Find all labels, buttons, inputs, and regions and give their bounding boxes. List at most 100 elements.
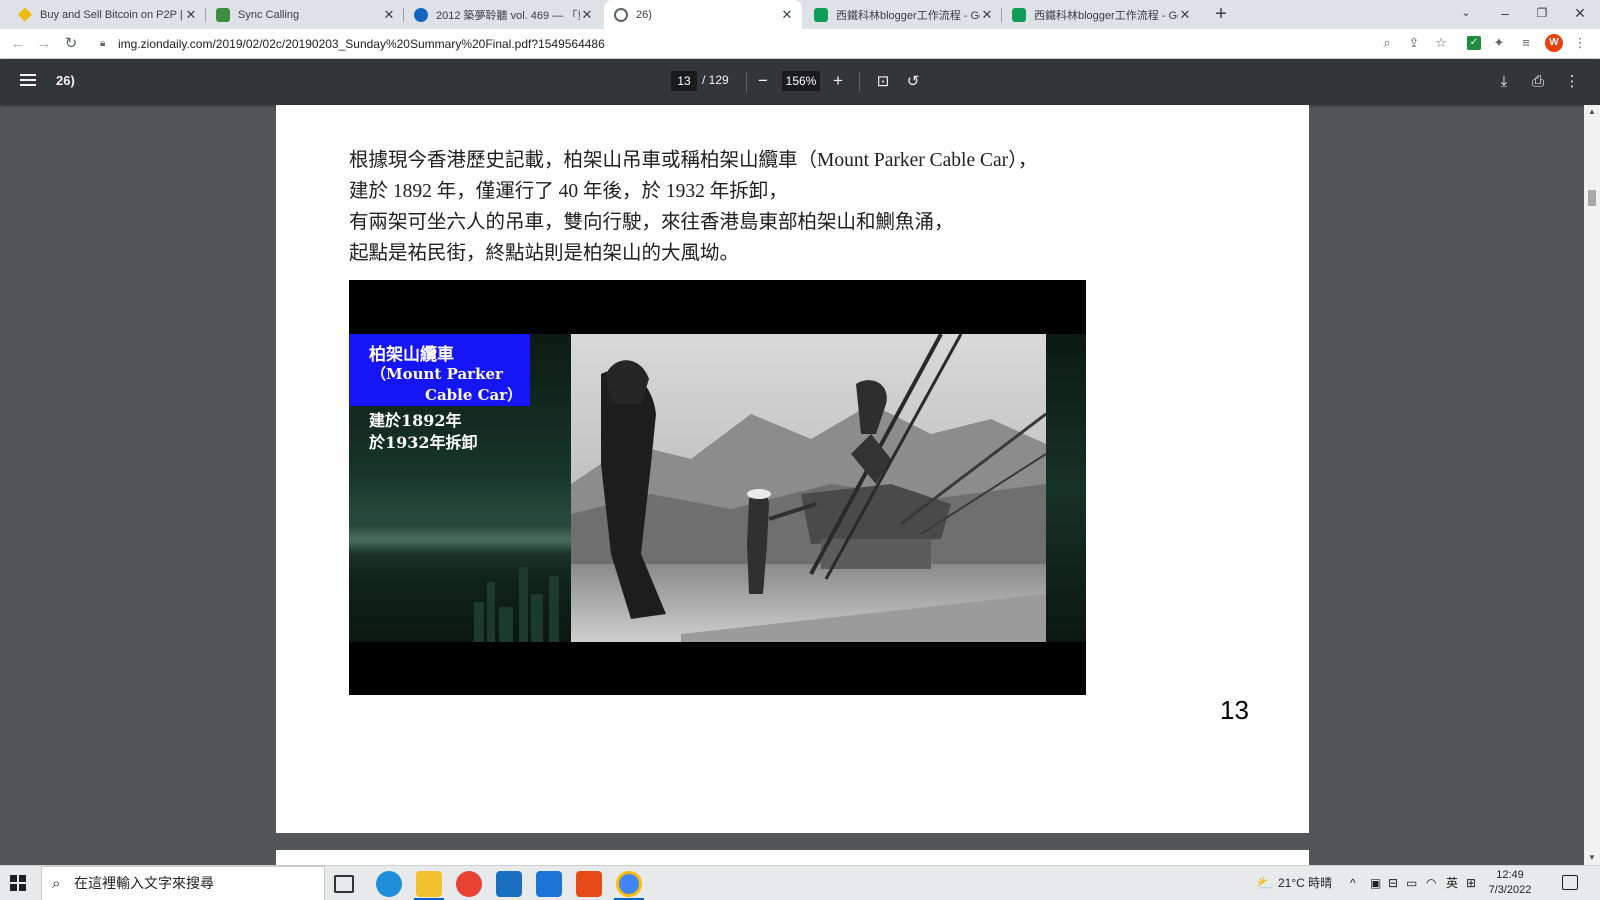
- address-bar[interactable]: 🔒︎ img.ziondaily.com/2019/02/02c/2019020…: [90, 32, 1410, 56]
- globe-icon: [614, 7, 628, 22]
- rotate-icon[interactable]: ↺: [902, 71, 924, 93]
- notification-center-icon[interactable]: [1562, 875, 1578, 890]
- tab-binance[interactable]: Buy and Sell Bitcoin on P2P | Lo ✕: [8, 0, 206, 29]
- zoom-out-icon[interactable]: −: [753, 70, 773, 92]
- tab-sheets-1[interactable]: 西鐵科林blogger工作流程 - Goo ✕: [804, 0, 1002, 29]
- meet-now-icon[interactable]: ▣: [1370, 866, 1381, 900]
- share-icon[interactable]: ⇪: [1405, 34, 1423, 52]
- pdf-toolbar: 26) 13 / 129 − 156% + ⊡ ↺ ⤓ ⎙ ⋮: [0, 59, 1600, 105]
- close-tab-icon[interactable]: ✕: [184, 7, 198, 23]
- bookmark-star-icon[interactable]: ☆: [1432, 34, 1450, 52]
- caption-subtitle: Cable Car）: [425, 386, 523, 404]
- new-tab-button[interactable]: +: [1209, 3, 1233, 27]
- tab-search-chevron-icon[interactable]: ⌄: [1446, 0, 1486, 29]
- pdf-page: 根據現今香港歷史記載，柏架山吊車或稱柏架山纜車（Mount Parker Cab…: [276, 105, 1309, 833]
- store-icon[interactable]: [496, 871, 522, 897]
- extensions-puzzle-icon[interactable]: ✦: [1490, 34, 1508, 52]
- site-favicon-icon: [414, 7, 428, 22]
- clock-date: 7/3/2022: [1488, 884, 1532, 896]
- cable-car-figure: 柏架山纜車 （Mount Parker Cable Car） 建於1892年 於…: [349, 280, 1086, 695]
- scroll-down-arrow-icon[interactable]: ▼: [1584, 853, 1600, 862]
- weather-icon[interactable]: ⛅: [1256, 866, 1273, 900]
- browser-menu-icon[interactable]: ⋮: [1571, 34, 1589, 52]
- google-sheets-icon: [1012, 7, 1026, 22]
- show-hidden-icons-chevron-icon[interactable]: ^: [1350, 866, 1356, 900]
- tab-title: 西鐵科林blogger工作流程 - Goo: [1034, 9, 1178, 22]
- zoom-in-icon[interactable]: +: [828, 70, 848, 92]
- caption-demolished-year: 於1932年拆卸: [369, 433, 478, 452]
- tab-sync-calling[interactable]: Sync Calling ✕: [206, 0, 404, 29]
- reload-icon[interactable]: ↻: [61, 34, 81, 54]
- page-number-input[interactable]: 13: [671, 71, 697, 91]
- profile-avatar[interactable]: W: [1545, 34, 1563, 52]
- scrollbar-thumb[interactable]: [1588, 190, 1596, 206]
- caption-built-year: 建於1892年: [369, 411, 462, 430]
- windows-taskbar: ⌕ 在這裡輸入文字來搜尋 ⛅ 21°C 時晴 ^ ▣ ⊟ ▭ ◠ 英 ⊞ 12:…: [0, 865, 1600, 900]
- scrollbar[interactable]: ▲ ▼: [1584, 105, 1600, 865]
- clock-time: 12:49: [1496, 869, 1524, 881]
- download-icon[interactable]: ⤓: [1493, 71, 1515, 93]
- chrome-active-icon[interactable]: [616, 871, 642, 897]
- network-drive-icon[interactable]: ⊟: [1388, 866, 1398, 900]
- tab-title: Buy and Sell Bitcoin on P2P | Lo: [40, 8, 184, 21]
- close-tab-icon[interactable]: ✕: [382, 7, 396, 23]
- close-tab-icon[interactable]: ✕: [580, 7, 594, 23]
- forward-icon[interactable]: →: [34, 34, 54, 54]
- zoom-level-input[interactable]: 156%: [782, 71, 820, 91]
- paragraph-line: 根據現今香港歷史記載，柏架山吊車或稱柏架山纜車（Mount Parker Cab…: [349, 150, 1038, 171]
- fit-page-icon[interactable]: ⊡: [872, 71, 894, 93]
- tab-title: 26): [636, 8, 652, 21]
- page-number: 13: [1220, 695, 1249, 725]
- paragraph-line: 起點是祐民街，終點站則是柏架山的大風坳。: [349, 243, 740, 264]
- page-total: / 129: [702, 73, 729, 87]
- input-language-indicator[interactable]: 英: [1446, 866, 1458, 900]
- lock-icon[interactable]: 🔒︎: [100, 32, 105, 56]
- reading-list-icon[interactable]: ≡: [1517, 34, 1535, 52]
- url-text: img.ziondaily.com/2019/02/02c/20190203_S…: [118, 37, 605, 51]
- extension-check-icon[interactable]: ✓: [1467, 36, 1481, 50]
- caption-subtitle: （Mount Parker: [371, 365, 503, 383]
- file-explorer-icon[interactable]: [416, 871, 442, 897]
- caption-title: 柏架山纜車: [369, 345, 454, 365]
- taskbar-search-box[interactable]: ⌕ 在這裡輸入文字來搜尋: [41, 866, 325, 900]
- more-actions-icon[interactable]: ⋮: [1561, 71, 1583, 93]
- close-tab-icon[interactable]: ✕: [1178, 7, 1192, 23]
- toolbar-divider: [746, 72, 747, 92]
- close-window-button[interactable]: ✕: [1560, 0, 1600, 29]
- close-tab-icon[interactable]: ✕: [980, 7, 994, 23]
- mail-icon[interactable]: [536, 871, 562, 897]
- restore-button[interactable]: ❐: [1522, 0, 1562, 29]
- tab-sheets-2[interactable]: 西鐵科林blogger工作流程 - Goo ✕: [1002, 0, 1200, 29]
- minimize-button[interactable]: –: [1485, 0, 1525, 29]
- weather-text[interactable]: 21°C 時晴: [1278, 866, 1332, 900]
- office-icon[interactable]: [576, 871, 602, 897]
- historic-cable-car-photo: [571, 334, 1046, 642]
- task-view-icon[interactable]: [334, 875, 354, 893]
- tab-title: 西鐵科林blogger工作流程 - Goo: [836, 9, 980, 22]
- tab-title: 2012 築夢聆聽 vol. 469 — 「重: [436, 9, 580, 22]
- close-tab-icon[interactable]: ✕: [780, 7, 794, 23]
- print-icon[interactable]: ⎙: [1527, 71, 1549, 93]
- search-placeholder: 在這裡輸入文字來搜尋: [74, 875, 214, 891]
- google-sheets-icon: [814, 7, 828, 22]
- sync-calling-favicon-icon: [216, 7, 230, 22]
- wifi-icon[interactable]: ◠: [1426, 866, 1436, 900]
- battery-icon[interactable]: ▭: [1406, 866, 1417, 900]
- scroll-up-arrow-icon[interactable]: ▲: [1584, 107, 1600, 116]
- paragraph-line: 有兩架可坐六人的吊車，雙向行駛，來往香港島東部柏架山和鰂魚涌，: [349, 212, 954, 233]
- tab-strip: Buy and Sell Bitcoin on P2P | Lo ✕ Sync …: [0, 0, 1600, 29]
- body-paragraph: 根據現今香港歷史記載，柏架山吊車或稱柏架山纜車（Mount Parker Cab…: [349, 145, 1249, 269]
- zoom-icon[interactable]: ⌕: [1378, 34, 1396, 52]
- search-icon: ⌕: [52, 875, 61, 892]
- binance-favicon-icon: [18, 7, 32, 22]
- back-icon[interactable]: ←: [8, 34, 28, 54]
- windows-start-icon[interactable]: [10, 875, 26, 891]
- browser-toolbar: ← → ↻ 🔒︎ img.ziondaily.com/2019/02/02c/2…: [0, 29, 1600, 59]
- tab-pdf-active[interactable]: 26) ✕: [604, 0, 802, 29]
- ime-mode-icon[interactable]: ⊞: [1466, 866, 1476, 900]
- tab-dream[interactable]: 2012 築夢聆聽 vol. 469 — 「重 ✕: [404, 0, 602, 29]
- sidebar-menu-icon[interactable]: [18, 71, 38, 91]
- taskbar-clock[interactable]: 12:49 7/3/2022: [1480, 868, 1540, 898]
- chrome-icon[interactable]: [456, 871, 482, 897]
- edge-icon[interactable]: [376, 871, 402, 897]
